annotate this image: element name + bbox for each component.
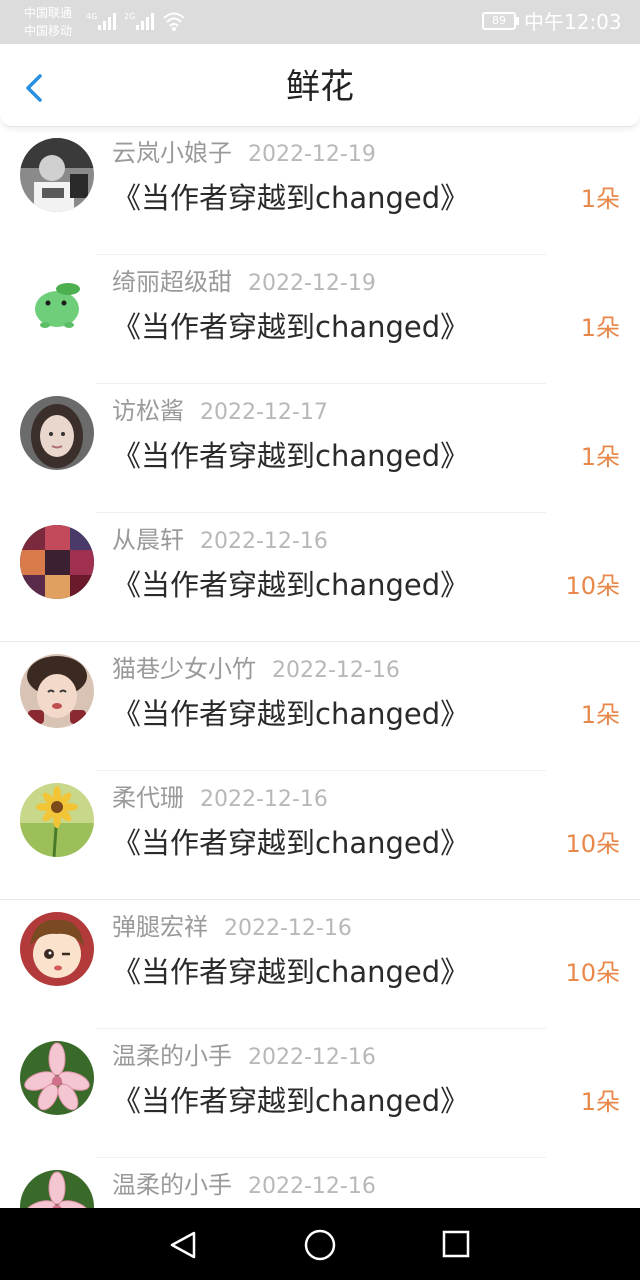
navigation-bar — [0, 1208, 640, 1280]
collage-avatar[interactable] — [20, 525, 94, 599]
user-name[interactable]: 温柔的小手 — [112, 1042, 232, 1070]
cartoon-boy-avatar[interactable] — [20, 912, 94, 986]
gift-date: 2022-12-16 — [200, 787, 328, 812]
battery-icon: 89 — [482, 12, 516, 30]
battery-cap — [516, 17, 519, 25]
crying-girl-avatar[interactable] — [20, 654, 94, 728]
nav-recent-icon[interactable] — [440, 1228, 472, 1260]
daisy-avatar[interactable] — [20, 783, 94, 857]
flower-count: 1朵 — [580, 701, 620, 729]
nav-home-icon[interactable] — [302, 1227, 338, 1263]
user-name[interactable]: 访松酱 — [112, 397, 184, 425]
item-meta: 柔代珊 2022-12-16 — [112, 781, 328, 815]
item-meta: 猫巷少女小竹 2022-12-16 — [112, 652, 400, 686]
book-title[interactable]: 《当作者穿越到changed》 — [112, 436, 469, 476]
item-meta: 云岚小娘子 2022-12-19 — [112, 136, 376, 170]
status-bar: 中国联通 中国移动 4G 2G 89 中午12:03 — [0, 0, 640, 44]
book-title[interactable]: 《当作者穿越到changed》 — [112, 565, 469, 605]
flower-gift-list[interactable]: 云岚小娘子 2022-12-19 《当作者穿越到changed》 1朵 绮丽超级甜… — [0, 126, 640, 1208]
pink-lily-avatar[interactable] — [20, 1041, 94, 1115]
flower-count: 1朵 — [580, 185, 620, 213]
carrier-2: 中国移动 — [24, 24, 73, 38]
user-name[interactable]: 猫巷少女小竹 — [112, 655, 256, 683]
gift-date: 2022-12-19 — [248, 142, 376, 167]
bw-photo-avatar[interactable] — [20, 138, 94, 212]
user-name[interactable]: 弹腿宏祥 — [112, 913, 208, 941]
list-item[interactable]: 温柔的小手 2022-12-16 《当作者穿越到changed》 1朵 — [0, 1029, 640, 1158]
list-item[interactable]: 从晨轩 2022-12-16 《当作者穿越到changed》 10朵 — [0, 513, 640, 642]
status-time: 中午12:03 — [524, 10, 622, 34]
list-item[interactable]: 弹腿宏祥 2022-12-16 《当作者穿越到changed》 10朵 — [0, 900, 640, 1029]
item-meta: 温柔的小手 2022-12-16 — [112, 1039, 376, 1073]
book-title[interactable]: 《当作者穿越到changed》 — [112, 823, 469, 863]
gift-date: 2022-12-16 — [248, 1045, 376, 1070]
flower-count: 10朵 — [565, 572, 620, 600]
header: 鲜花 — [0, 44, 640, 127]
battery-level: 89 — [492, 14, 506, 27]
signal-2g-icon: 2G — [124, 12, 154, 30]
item-meta: 访松酱 2022-12-17 — [112, 394, 328, 428]
green-frog-avatar[interactable] — [20, 267, 94, 341]
nav-back-icon[interactable] — [166, 1228, 200, 1262]
gift-date: 2022-12-16 — [224, 916, 352, 941]
flower-count: 1朵 — [580, 314, 620, 342]
flower-count: 10朵 — [565, 830, 620, 858]
page-title: 鲜花 — [286, 67, 354, 107]
wifi-icon — [163, 12, 185, 31]
carrier-labels: 中国联通 中国移动 — [24, 4, 72, 40]
list-item[interactable]: 柔代珊 2022-12-16 《当作者穿越到changed》 10朵 — [0, 771, 640, 900]
carrier-1: 中国联通 — [24, 6, 73, 20]
book-title[interactable]: 《当作者穿越到changed》 — [112, 307, 469, 347]
flower-count: 1朵 — [580, 1088, 620, 1116]
girl-photo-avatar[interactable] — [20, 396, 94, 470]
gift-date: 2022-12-17 — [200, 400, 328, 425]
flower-count: 10朵 — [565, 959, 620, 987]
item-meta: 温柔的小手 2022-12-16 — [112, 1168, 376, 1202]
user-name[interactable]: 绮丽超级甜 — [112, 268, 232, 296]
user-name[interactable]: 温柔的小手 — [112, 1171, 232, 1199]
item-meta: 绮丽超级甜 2022-12-19 — [112, 265, 376, 299]
gift-date: 2022-12-16 — [272, 658, 400, 683]
book-title[interactable]: 《当作者穿越到changed》 — [112, 952, 469, 992]
list-item[interactable]: 猫巷少女小竹 2022-12-16 《当作者穿越到changed》 1朵 — [0, 642, 640, 771]
gift-date: 2022-12-16 — [200, 529, 328, 554]
network-1-label: 4G — [86, 12, 97, 21]
user-name[interactable]: 柔代珊 — [112, 784, 184, 812]
book-title[interactable]: 《当作者穿越到changed》 — [112, 1081, 469, 1121]
signal-4g-icon: 4G — [86, 12, 116, 30]
gift-date: 2022-12-19 — [248, 271, 376, 296]
flower-count: 1朵 — [580, 443, 620, 471]
pink-lily-avatar[interactable] — [20, 1170, 94, 1208]
network-2-label: 2G — [124, 12, 135, 21]
gift-date: 2022-12-16 — [248, 1174, 376, 1199]
book-title[interactable]: 《当作者穿越到changed》 — [112, 694, 469, 734]
book-title[interactable]: 《当作者穿越到changed》 — [112, 178, 469, 218]
list-item[interactable]: 访松酱 2022-12-17 《当作者穿越到changed》 1朵 — [0, 384, 640, 513]
item-meta: 弹腿宏祥 2022-12-16 — [112, 910, 352, 944]
list-item[interactable]: 云岚小娘子 2022-12-19 《当作者穿越到changed》 1朵 — [0, 126, 640, 255]
list-item[interactable]: 绮丽超级甜 2022-12-19 《当作者穿越到changed》 1朵 — [0, 255, 640, 384]
item-meta: 从晨轩 2022-12-16 — [112, 523, 328, 557]
list-item[interactable]: 温柔的小手 2022-12-16 — [0, 1158, 640, 1208]
user-name[interactable]: 云岚小娘子 — [112, 139, 232, 167]
user-name[interactable]: 从晨轩 — [112, 526, 184, 554]
